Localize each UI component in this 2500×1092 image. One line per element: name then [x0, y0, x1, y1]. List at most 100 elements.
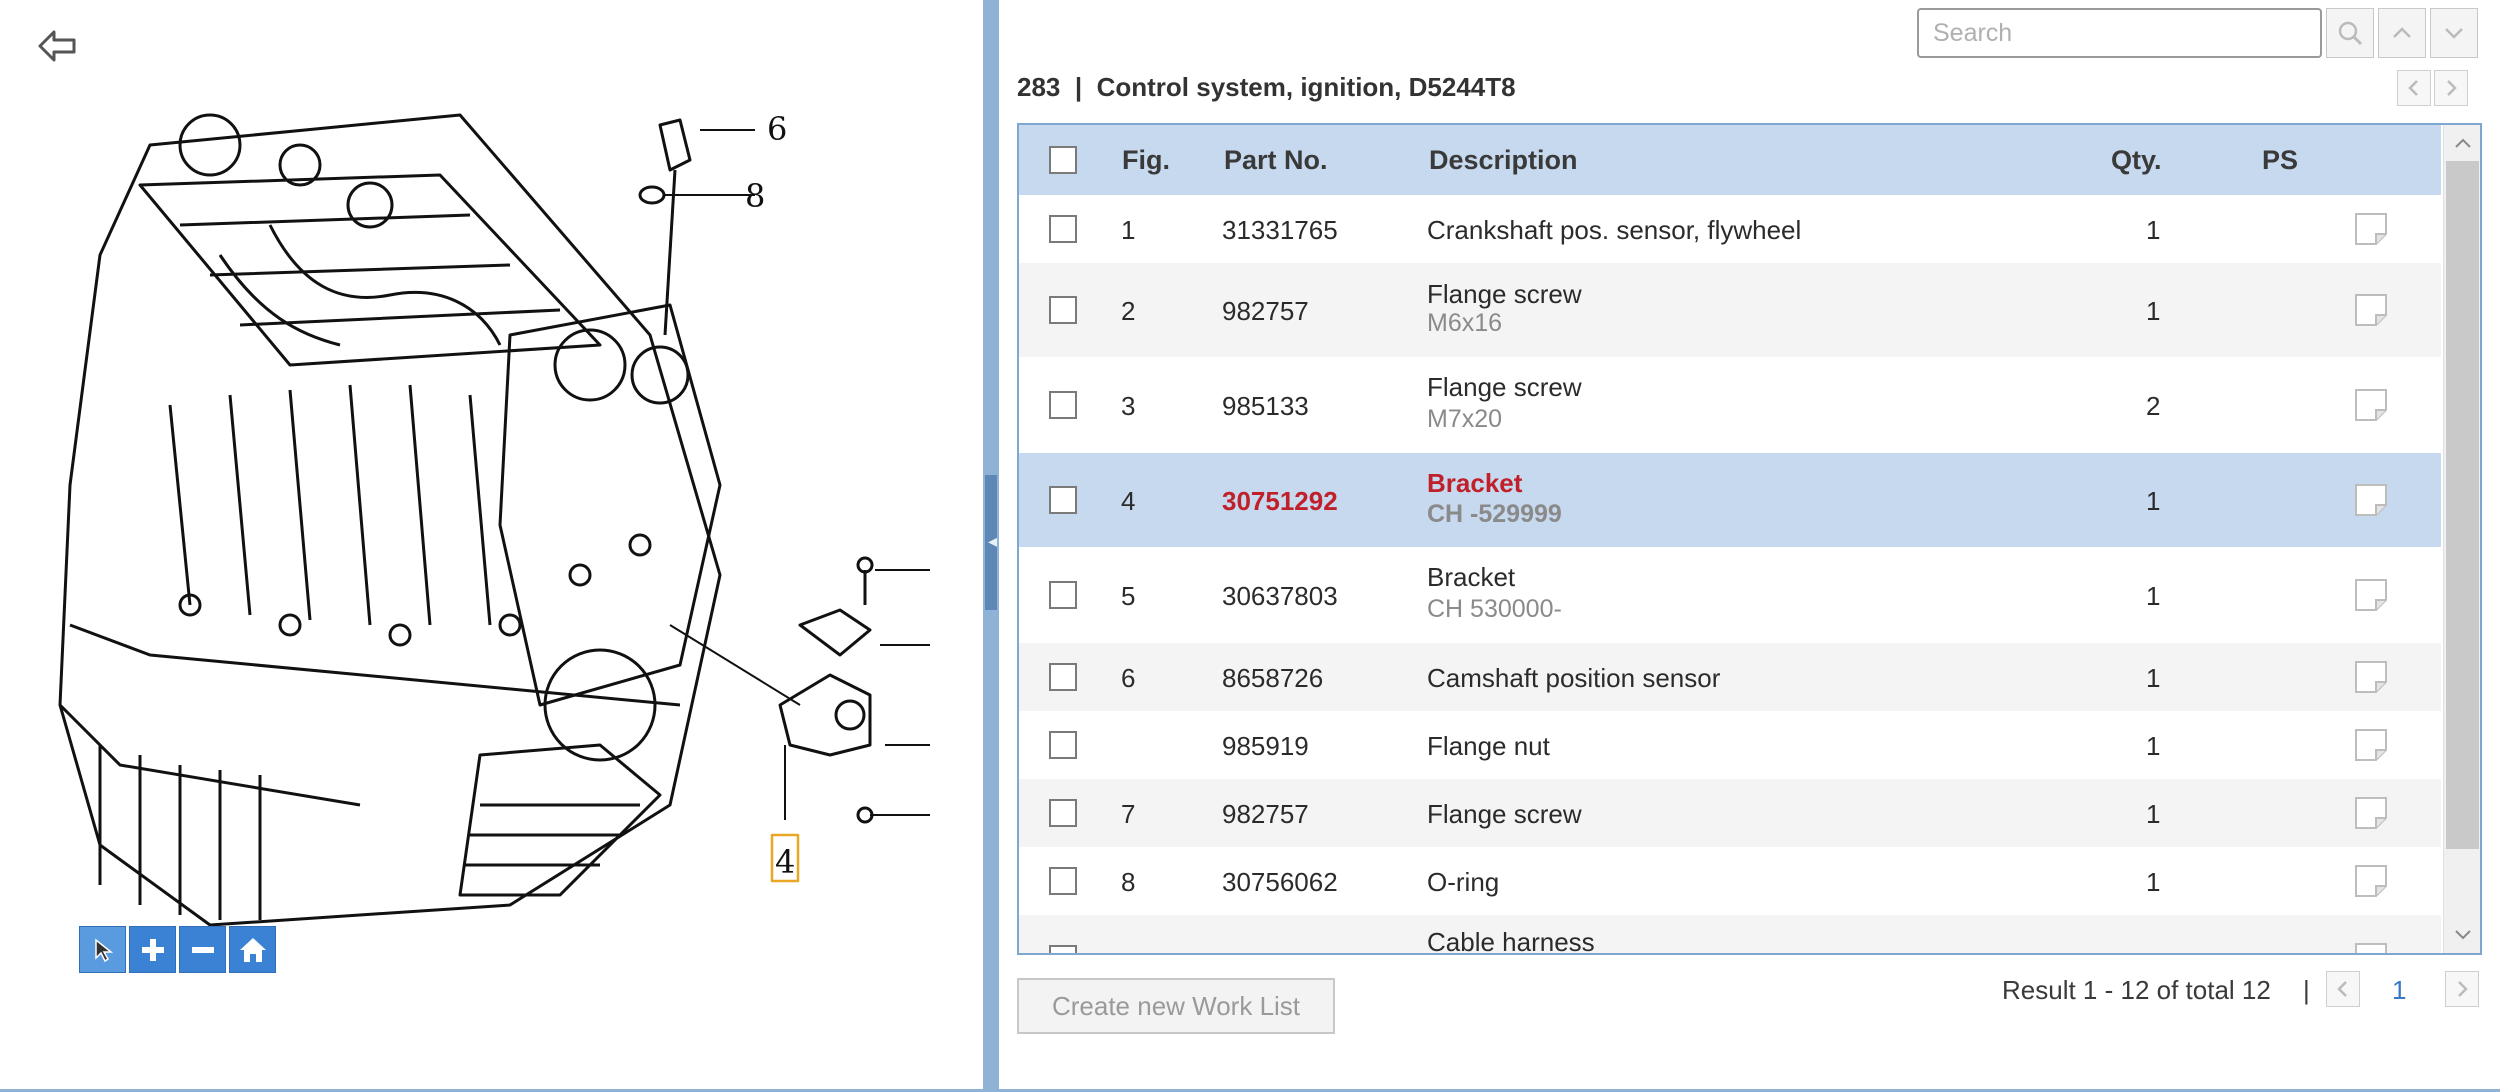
- scroll-up-arrow-icon[interactable]: [2444, 125, 2480, 161]
- scrollbar-thumb[interactable]: [2446, 161, 2479, 849]
- header-qty[interactable]: Qty.: [2111, 125, 2162, 195]
- row-description: Bracket: [1427, 562, 1516, 592]
- row-qty: 1: [2146, 581, 2161, 611]
- callout-6: 6: [767, 110, 787, 148]
- table-row-selected[interactable]: 4 30751292 Bracket CH -529999 1: [1019, 453, 2441, 547]
- row-fig: 2: [1121, 296, 1136, 326]
- row-fig: 7: [1121, 799, 1136, 829]
- select-tool-button[interactable]: [79, 926, 126, 973]
- note-icon[interactable]: [2354, 728, 2388, 762]
- header-description[interactable]: Description: [1429, 125, 1578, 195]
- table-row[interactable]: 5 30637803 Bracket CH 530000- 1: [1019, 547, 2441, 643]
- table-row[interactable]: 985919 Flange nut 1: [1019, 711, 2441, 779]
- table-row[interactable]: Cable harness: [1019, 915, 2441, 955]
- row-checkbox[interactable]: [1049, 731, 1077, 759]
- zoom-in-button[interactable]: [129, 926, 176, 973]
- row-part-no[interactable]: 982757: [1222, 799, 1309, 830]
- header-ps[interactable]: PS: [2262, 125, 2298, 195]
- group-name: Control system, ignition, D5244T8: [1096, 72, 1516, 102]
- next-result-button[interactable]: [2430, 8, 2478, 58]
- table-row[interactable]: 1 31331765 Crankshaft pos. sensor, flywh…: [1019, 195, 2441, 263]
- previous-result-button[interactable]: [2378, 8, 2426, 58]
- search-button[interactable]: [2326, 8, 2374, 58]
- row-part-no[interactable]: 985133: [1222, 391, 1309, 422]
- engine-exploded-diagram[interactable]: 6 8 4: [40, 105, 940, 955]
- header-fig[interactable]: Fig.: [1122, 125, 1170, 195]
- row-fig: 1: [1121, 215, 1136, 245]
- row-qty: 1: [2146, 867, 2161, 897]
- table-row[interactable]: 6 8658726 Camshaft position sensor 1: [1019, 643, 2441, 711]
- row-fig: 6: [1121, 663, 1136, 693]
- create-work-list-button[interactable]: Create new Work List: [1017, 978, 1335, 1034]
- row-part-no[interactable]: 982757: [1222, 296, 1309, 327]
- chevron-up-icon: [2393, 27, 2411, 38]
- row-description: Cable harness: [1427, 927, 1595, 955]
- next-page-button[interactable]: [2445, 971, 2479, 1007]
- row-qty: 1: [2146, 663, 2161, 693]
- row-checkbox[interactable]: [1049, 486, 1077, 514]
- back-arrow-icon[interactable]: [36, 26, 80, 66]
- row-description: Flange screw: [1427, 279, 1582, 309]
- row-part-no[interactable]: 8658726: [1222, 663, 1323, 694]
- row-qty: 1: [2146, 799, 2161, 829]
- row-part-no[interactable]: 30637803: [1222, 581, 1338, 612]
- header-part-no[interactable]: Part No.: [1224, 125, 1328, 195]
- row-checkbox[interactable]: [1049, 215, 1077, 243]
- note-icon[interactable]: [2354, 864, 2388, 898]
- row-checkbox[interactable]: [1049, 296, 1077, 324]
- result-count: Result 1 - 12 of total 12: [2002, 975, 2271, 1005]
- row-part-no[interactable]: 30751292: [1222, 486, 1338, 517]
- plus-icon: [141, 938, 164, 961]
- table-row[interactable]: 3 985133 Flange screw M7x20 2: [1019, 357, 2441, 453]
- note-icon[interactable]: [2354, 942, 2388, 955]
- row-fig: 3: [1121, 391, 1136, 421]
- callout-4: 4: [775, 843, 795, 881]
- collapse-arrow-icon[interactable]: ◂: [988, 532, 997, 550]
- select-all-checkbox[interactable]: [1049, 146, 1077, 174]
- row-checkbox[interactable]: [1049, 867, 1077, 895]
- row-checkbox[interactable]: [1049, 391, 1077, 419]
- row-fig: 8: [1121, 867, 1136, 897]
- row-part-no[interactable]: 985919: [1222, 731, 1309, 762]
- row-qty: 1: [2146, 731, 2161, 761]
- row-checkbox[interactable]: [1049, 581, 1077, 609]
- pager-separator: |: [2303, 975, 2310, 1005]
- group-number: 283: [1017, 72, 1061, 102]
- search-input[interactable]: [1917, 8, 2322, 58]
- row-qty: 2: [2146, 391, 2161, 421]
- previous-page-button[interactable]: [2326, 971, 2360, 1007]
- chevron-down-icon: [2445, 28, 2463, 39]
- note-icon[interactable]: [2354, 293, 2388, 327]
- row-description-detail: CH -529999: [1427, 500, 1562, 528]
- note-icon[interactable]: [2354, 212, 2388, 246]
- table-row[interactable]: 2 982757 Flange screw M6x16 1: [1019, 263, 2441, 357]
- table-scrollbar[interactable]: [2443, 125, 2480, 953]
- table-body: 1 31331765 Crankshaft pos. sensor, flywh…: [1019, 195, 2441, 955]
- note-icon[interactable]: [2354, 796, 2388, 830]
- row-description: Flange screw: [1427, 799, 1582, 829]
- minus-icon: [191, 946, 214, 953]
- row-checkbox[interactable]: [1049, 799, 1077, 827]
- note-icon[interactable]: [2354, 578, 2388, 612]
- note-icon[interactable]: [2354, 483, 2388, 517]
- chevron-left-icon: [2337, 981, 2347, 997]
- row-checkbox[interactable]: [1049, 663, 1077, 691]
- table-row[interactable]: 7 982757 Flange screw 1: [1019, 779, 2441, 847]
- previous-group-button[interactable]: [2397, 70, 2431, 106]
- row-description: Flange nut: [1427, 731, 1550, 761]
- row-description: O-ring: [1427, 867, 1500, 897]
- pointer-icon: [94, 937, 113, 962]
- current-page[interactable]: 1: [2392, 975, 2406, 1006]
- scroll-down-arrow-icon[interactable]: [2444, 917, 2480, 953]
- row-description-detail: CH 530000-: [1427, 595, 1562, 623]
- table-row[interactable]: 8 30756062 O-ring 1: [1019, 847, 2441, 915]
- row-checkbox[interactable]: [1049, 945, 1077, 953]
- note-icon[interactable]: [2354, 388, 2388, 422]
- zoom-out-button[interactable]: [179, 926, 226, 973]
- note-icon[interactable]: [2354, 660, 2388, 694]
- next-group-button[interactable]: [2434, 70, 2468, 106]
- row-part-no[interactable]: 31331765: [1222, 215, 1338, 246]
- home-view-button[interactable]: [229, 926, 276, 973]
- row-part-no[interactable]: 30756062: [1222, 867, 1338, 898]
- home-icon: [239, 937, 266, 962]
